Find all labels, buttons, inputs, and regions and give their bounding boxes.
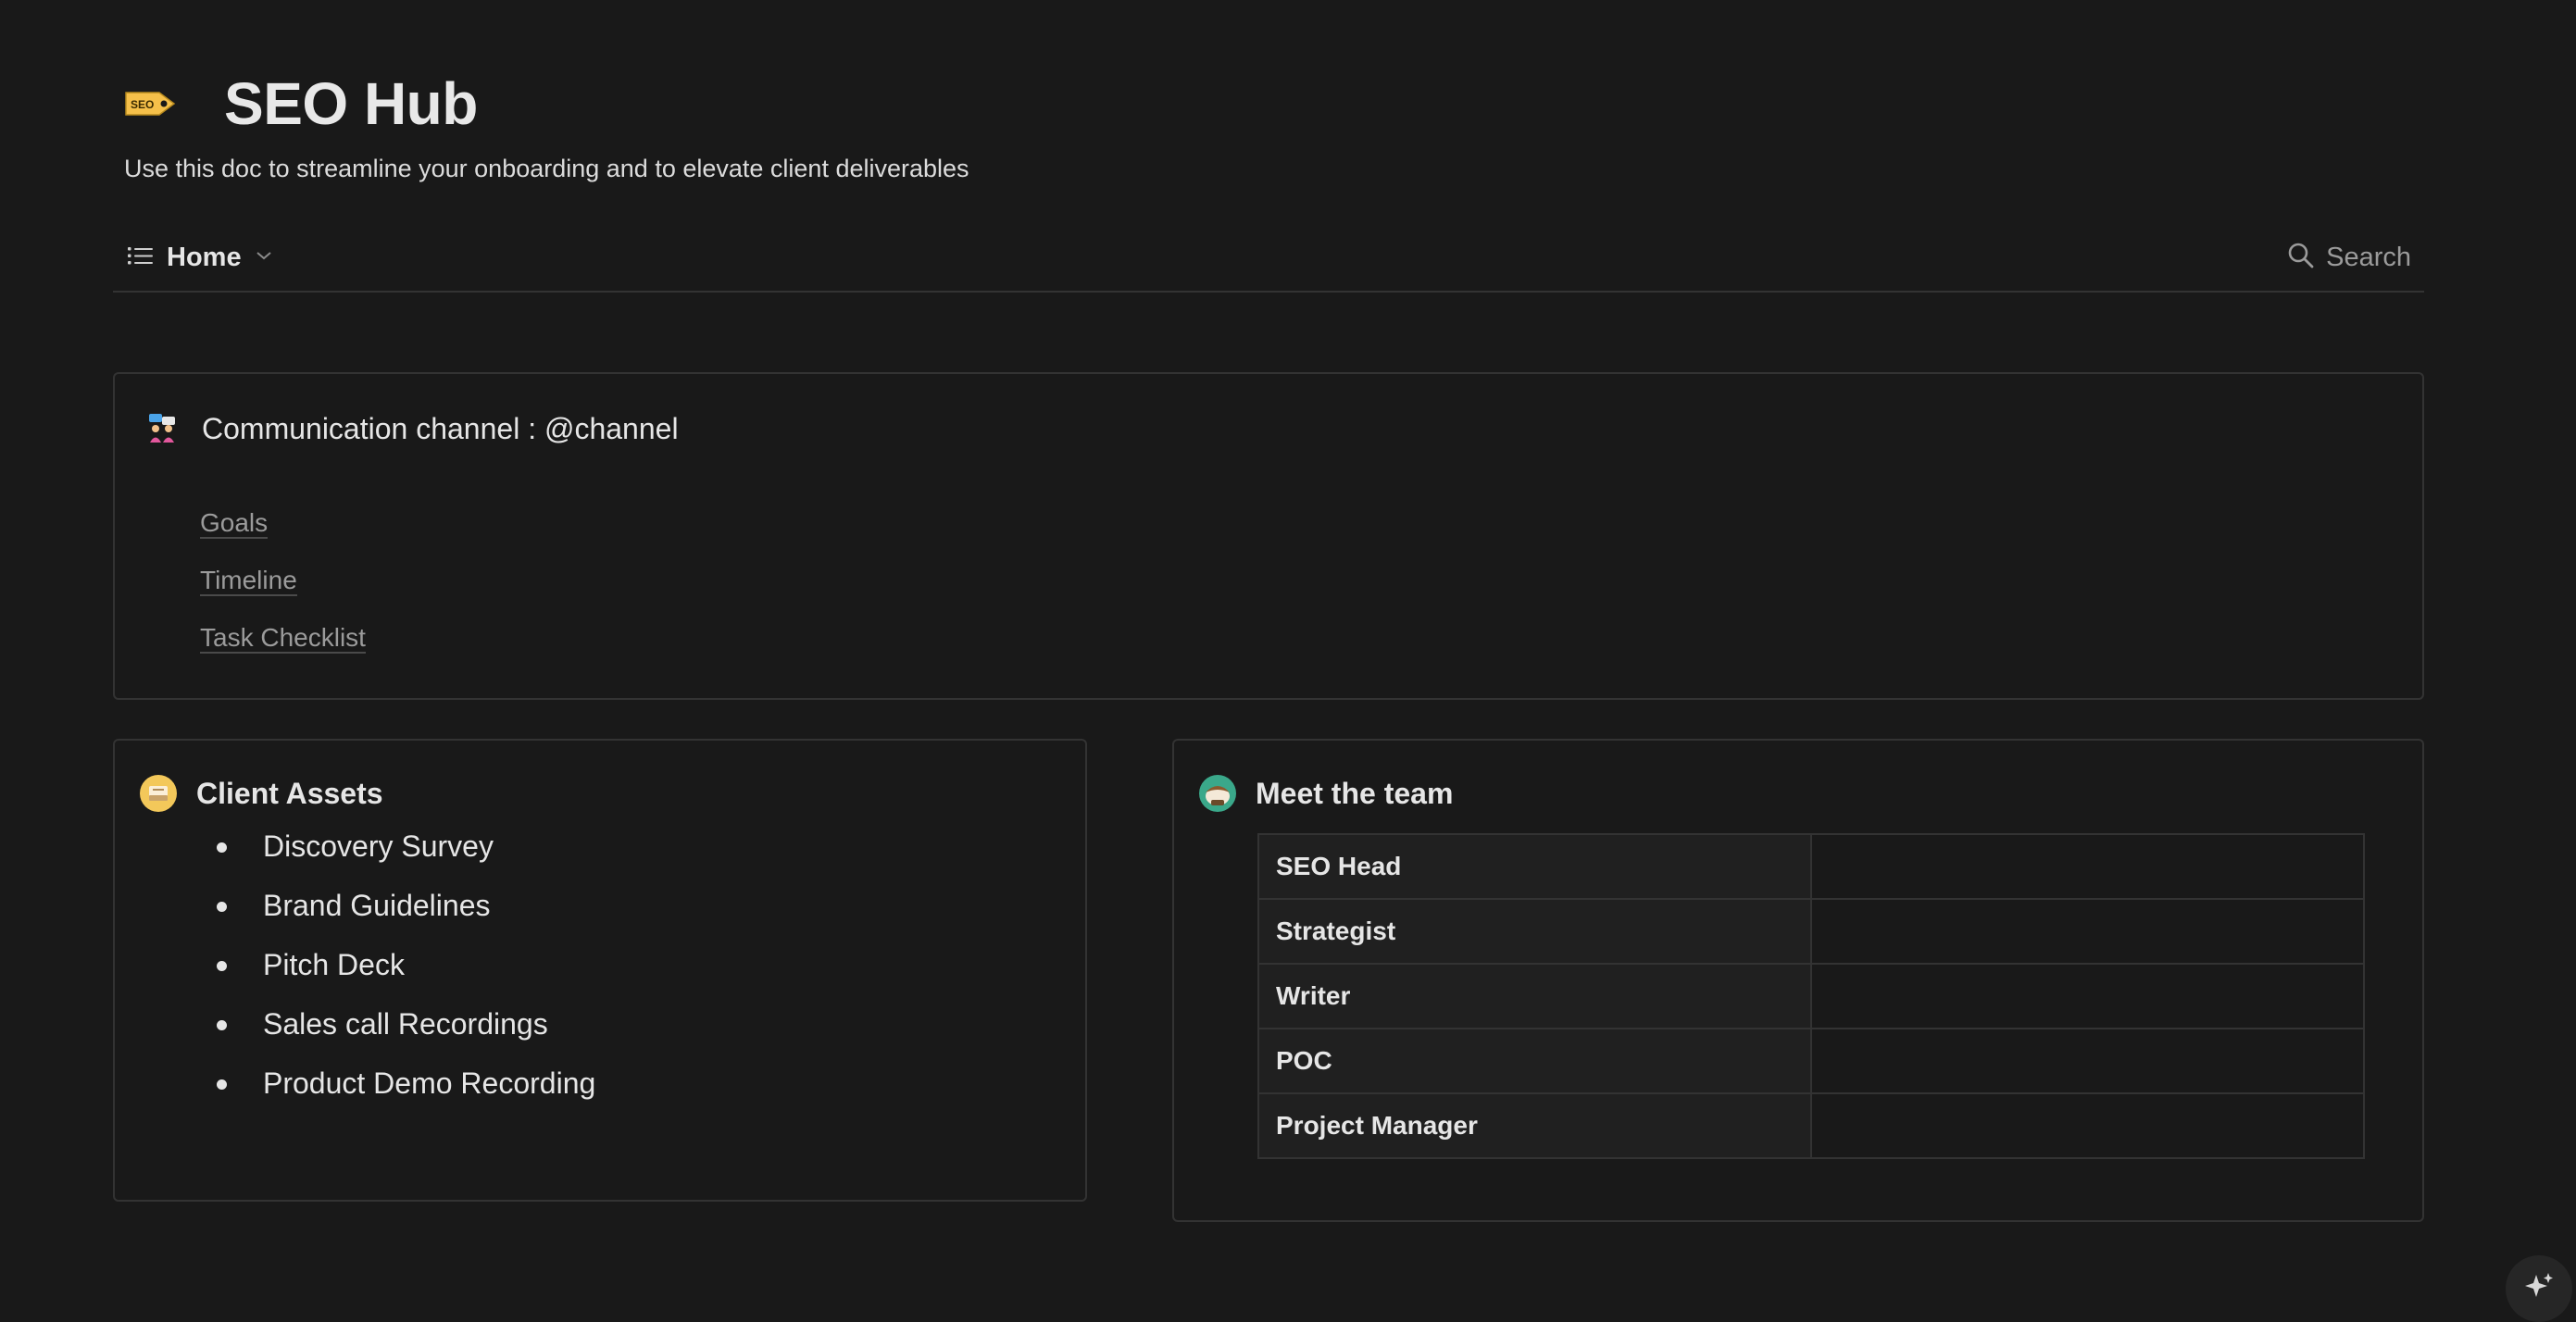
page-title[interactable]: SEO Hub	[224, 67, 478, 141]
home-label: Home	[167, 242, 242, 272]
search-icon	[2287, 242, 2315, 274]
role-cell[interactable]: Strategist	[1257, 898, 1813, 965]
page: SEO SEO Hub Use this doc to streamline y…	[0, 0, 2576, 1322]
list-item[interactable]: Pitch Deck	[217, 944, 595, 1004]
goals-link[interactable]: Goals	[200, 509, 269, 539]
meet-the-team-title[interactable]: Meet the team	[1256, 777, 1453, 811]
team-avatar-icon	[1198, 774, 1237, 813]
list-item[interactable]: Brand Guidelines	[217, 885, 595, 944]
role-cell[interactable]: SEO Head	[1257, 833, 1813, 900]
communication-card: Communication channel : @channel Goals T…	[113, 372, 2424, 700]
meet-the-team-header: Meet the team	[1198, 774, 1453, 813]
name-cell[interactable]	[1810, 1028, 2365, 1094]
communication-title[interactable]: Communication channel : @channel	[202, 412, 679, 446]
name-cell[interactable]	[1810, 1092, 2365, 1159]
client-assets-card: Client Assets Discovery Survey Brand Gui…	[113, 739, 1087, 1202]
list-item[interactable]: Discovery Survey	[217, 826, 595, 885]
ai-assistant-button[interactable]	[2506, 1255, 2572, 1322]
communication-header: Communication channel : @channel	[143, 409, 679, 448]
table-row: Writer	[1257, 963, 2365, 1029]
role-cell[interactable]: Writer	[1257, 963, 1813, 1029]
table-row: SEO Head	[1257, 833, 2365, 900]
name-cell[interactable]	[1810, 963, 2365, 1029]
role-cell[interactable]: POC	[1257, 1028, 1813, 1094]
client-assets-title[interactable]: Client Assets	[196, 777, 383, 811]
meet-the-team-card: Meet the team SEO Head Strategist Writer…	[1172, 739, 2424, 1222]
home-dropdown[interactable]: Home	[128, 239, 273, 276]
communication-links: Goals Timeline Task Checklist	[200, 509, 366, 654]
name-cell[interactable]	[1810, 898, 2365, 965]
name-cell[interactable]	[1810, 833, 2365, 900]
page-navbar: Home Search	[113, 231, 2424, 293]
people-chat-icon	[143, 409, 181, 448]
seo-tag-icon[interactable]: SEO	[124, 89, 176, 118]
inbox-tray-icon	[139, 774, 178, 813]
client-assets-list: Discovery Survey Brand Guidelines Pitch …	[217, 826, 595, 1122]
task-checklist-link[interactable]: Task Checklist	[200, 624, 366, 654]
list-icon	[128, 244, 154, 271]
role-cell[interactable]: Project Manager	[1257, 1092, 1813, 1159]
table-row: Project Manager	[1257, 1092, 2365, 1159]
list-item[interactable]: Sales call Recordings	[217, 1004, 595, 1063]
chevron-down-icon	[255, 249, 273, 267]
sparkle-icon	[2523, 1271, 2555, 1307]
list-item[interactable]: Product Demo Recording	[217, 1063, 595, 1122]
table-row: POC	[1257, 1028, 2365, 1094]
team-table: SEO Head Strategist Writer POC Project M…	[1257, 833, 2365, 1159]
client-assets-header: Client Assets	[139, 774, 383, 813]
svg-text:SEO: SEO	[131, 98, 154, 111]
timeline-link[interactable]: Timeline	[200, 567, 297, 596]
search-button[interactable]: Search	[2287, 239, 2411, 276]
table-row: Strategist	[1257, 898, 2365, 965]
page-subtitle[interactable]: Use this doc to streamline your onboardi…	[124, 152, 969, 185]
search-label: Search	[2326, 242, 2411, 272]
